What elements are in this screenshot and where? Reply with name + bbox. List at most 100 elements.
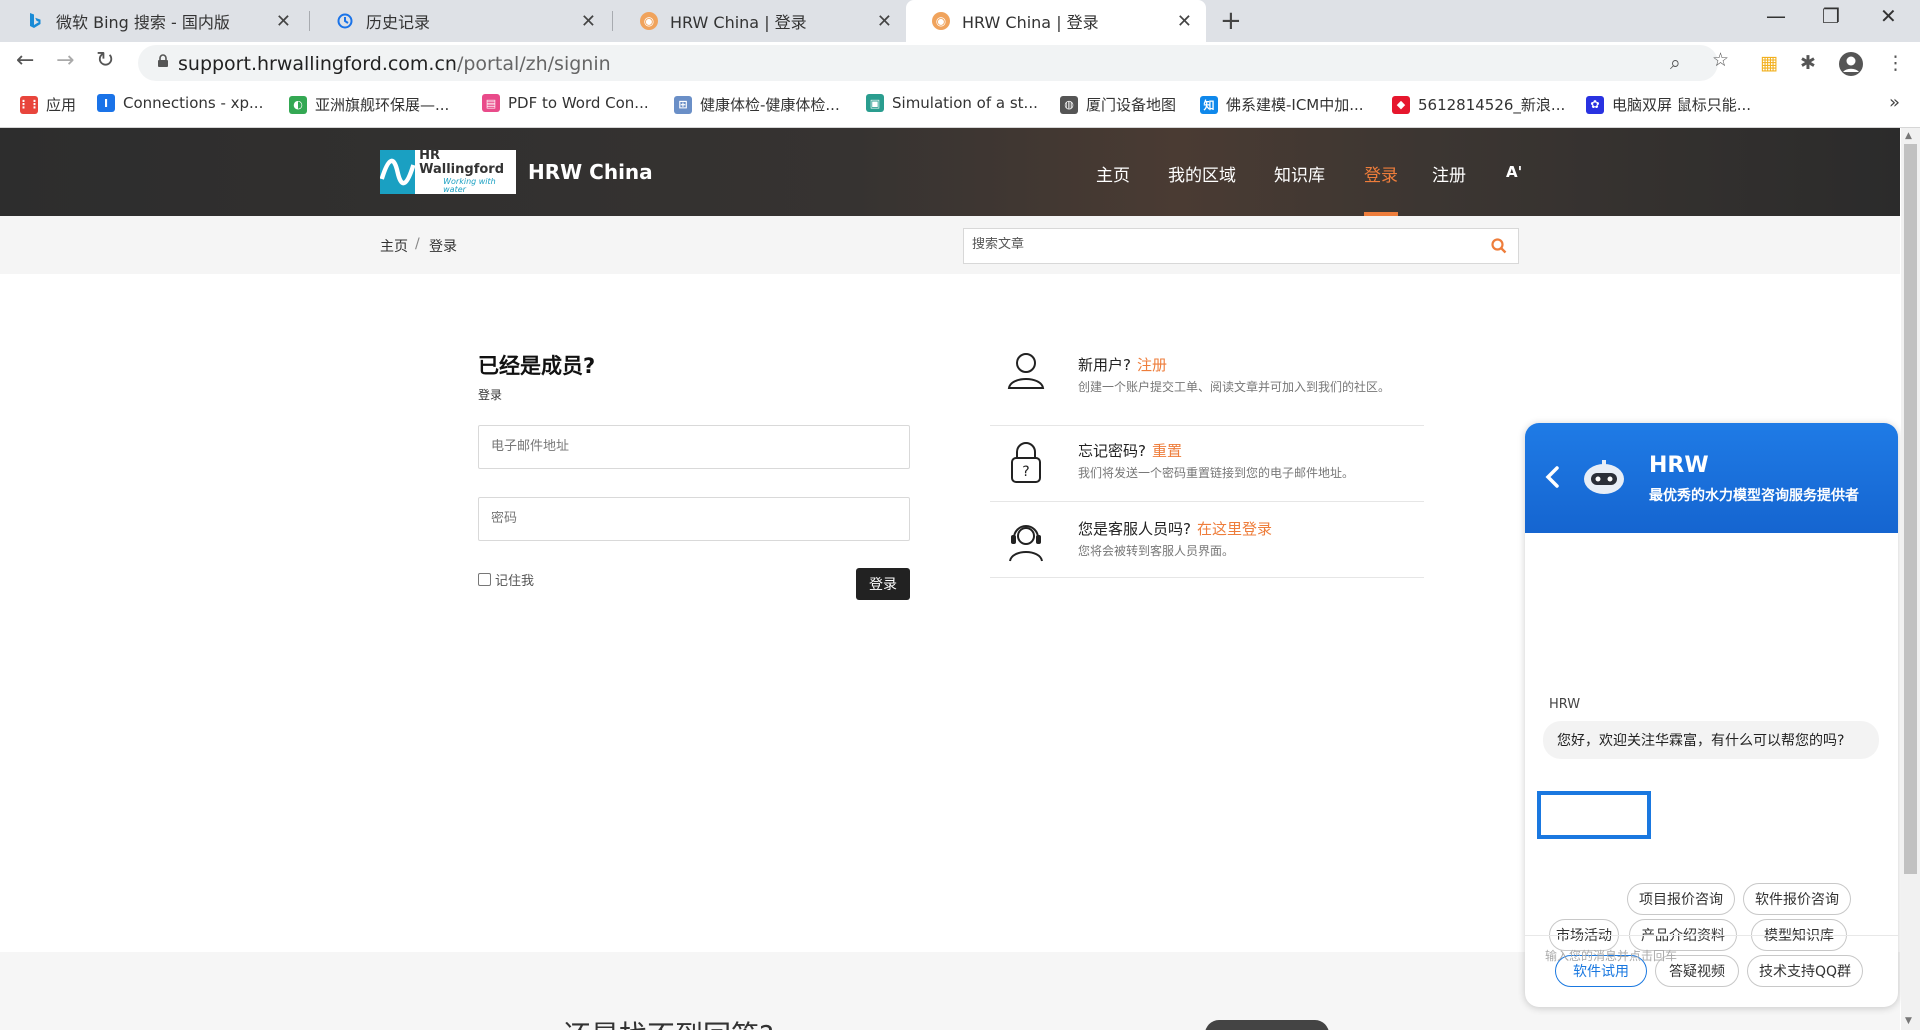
nav-knowledge-base[interactable]: 知识库 bbox=[1274, 161, 1325, 186]
option-title: 您是客服人员吗? 在这里登录 bbox=[1078, 518, 1272, 539]
chat-title: HRW bbox=[1649, 453, 1709, 478]
restore-icon[interactable]: ❐ bbox=[1822, 4, 1840, 28]
forward-arrow-icon[interactable]: → bbox=[56, 48, 74, 73]
search-icon[interactable] bbox=[1490, 237, 1508, 255]
reset-link[interactable]: 重置 bbox=[1152, 442, 1182, 460]
scrollbar-thumb[interactable] bbox=[1904, 144, 1917, 874]
bookmark-item[interactable]: ◐ 亚洲旗舰环保展—... bbox=[289, 94, 449, 115]
remember-me[interactable]: 记住我 bbox=[478, 570, 534, 589]
close-tab-icon[interactable]: ✕ bbox=[877, 11, 892, 32]
logo-wave-icon bbox=[380, 150, 416, 194]
scroll-down-arrow-icon[interactable]: ▼ bbox=[1905, 1016, 1912, 1026]
login-subheading: 登录 bbox=[478, 388, 503, 402]
bookmark-label: PDF to Word Con... bbox=[508, 94, 649, 112]
page-viewport: HR Wallingford Working with water HRW Ch… bbox=[0, 128, 1920, 1030]
health-icon: ⊞ bbox=[674, 95, 692, 114]
puzzle-extension-icon[interactable]: ✱ bbox=[1800, 52, 1816, 74]
nav-my-area[interactable]: 我的区域 bbox=[1168, 161, 1236, 186]
logo-brand: HR Wallingford bbox=[419, 147, 505, 178]
chat-message-input[interactable] bbox=[1545, 949, 1875, 963]
page-scrollbar[interactable]: ▲ ▼ bbox=[1901, 128, 1920, 1030]
bookmark-label: 5612814526_新浪... bbox=[1418, 96, 1566, 114]
extension-grid-icon[interactable]: ▦ bbox=[1760, 52, 1778, 74]
message-sender: HRW bbox=[1549, 697, 1581, 712]
bookmark-item[interactable]: ◆ 5612814526_新浪... bbox=[1392, 94, 1565, 115]
nav-home[interactable]: 主页 bbox=[1096, 161, 1130, 186]
agent-login-link[interactable]: 在这里登录 bbox=[1197, 520, 1272, 538]
tab-title: 微软 Bing 搜索 - 国内版 bbox=[56, 13, 230, 32]
option-title: 忘记密码? 重置 bbox=[1078, 440, 1182, 461]
bookmark-label: 电脑双屏 鼠标只能... bbox=[1612, 96, 1752, 114]
chat-header: HRW 最优秀的水力模型咨询服务提供者 bbox=[1525, 423, 1898, 533]
register-link[interactable]: 注册 bbox=[1137, 356, 1167, 374]
bookmark-item[interactable]: ⊞ 健康体检-健康体检... bbox=[674, 94, 840, 115]
quick-reply-chip[interactable]: 软件报价咨询 bbox=[1743, 883, 1851, 915]
reload-icon[interactable]: ↻ bbox=[96, 48, 114, 73]
weibo-icon: ◆ bbox=[1392, 95, 1410, 114]
tab-hrw-active[interactable]: ◉ HRW China | 登录 ✕ bbox=[906, 0, 1206, 42]
tab-history[interactable]: 历史记录 ✕ bbox=[310, 0, 610, 42]
bookmark-item[interactable]: I Connections - xp... bbox=[97, 94, 263, 112]
svg-text:?: ? bbox=[1022, 464, 1029, 480]
logo-text: HR Wallingford Working with water bbox=[419, 147, 516, 195]
quick-reply-chip[interactable]: 项目报价咨询 bbox=[1627, 883, 1735, 915]
star-bookmark-icon[interactable]: ☆ bbox=[1712, 49, 1729, 71]
option-desc: 您将会被转到客服人员界面。 bbox=[1078, 544, 1235, 558]
remember-me-checkbox[interactable] bbox=[478, 573, 491, 586]
back-arrow-icon[interactable]: ← bbox=[16, 48, 34, 73]
search-input[interactable] bbox=[972, 237, 1472, 252]
lock-question-icon: ? bbox=[1011, 442, 1041, 483]
chevron-left-icon[interactable] bbox=[1543, 465, 1563, 489]
email-field[interactable] bbox=[491, 439, 891, 454]
tab-title: HRW China | 登录 bbox=[670, 13, 807, 32]
robot-avatar-icon bbox=[1584, 460, 1624, 494]
baidu-paw-icon: ✿ bbox=[1586, 95, 1604, 114]
nav-register[interactable]: 注册 bbox=[1432, 161, 1466, 186]
option-title-text: 您是客服人员吗? bbox=[1078, 520, 1191, 538]
tab-bing[interactable]: 微软 Bing 搜索 - 国内版 ✕ bbox=[0, 0, 305, 42]
close-tab-icon[interactable]: ✕ bbox=[1177, 11, 1192, 32]
url-host: support.hrwallingford.com.cn bbox=[178, 53, 457, 75]
logo-tagline: Working with water bbox=[443, 176, 496, 195]
footer-button[interactable] bbox=[1205, 1020, 1329, 1030]
close-tab-icon[interactable]: ✕ bbox=[581, 11, 596, 32]
site-name[interactable]: HRW China bbox=[528, 160, 653, 184]
nav-login[interactable]: 登录 bbox=[1364, 161, 1398, 186]
scroll-up-arrow-icon[interactable]: ▲ bbox=[1905, 131, 1912, 141]
tab-title: HRW China | 登录 bbox=[962, 13, 1099, 32]
password-field-wrapper bbox=[478, 497, 910, 541]
minimize-icon[interactable]: — bbox=[1766, 4, 1786, 28]
url-field[interactable]: support.hrwallingford.com.cn/portal/zh/s… bbox=[138, 45, 1718, 81]
bookmark-item[interactable]: ⋮⋮ 应用 bbox=[18, 94, 76, 115]
new-tab-icon[interactable]: + bbox=[1220, 6, 1242, 36]
bookmark-label: 健康体检-健康体检... bbox=[700, 96, 840, 114]
user-icon bbox=[1007, 353, 1045, 389]
profile-avatar-icon[interactable] bbox=[1838, 51, 1864, 77]
tab-separator bbox=[612, 11, 613, 31]
bookmarks-overflow-icon[interactable]: » bbox=[1889, 92, 1900, 113]
breadcrumb-home[interactable]: 主页 bbox=[380, 236, 408, 256]
login-button[interactable]: 登录 bbox=[856, 568, 910, 600]
bookmark-item[interactable]: 知佛系建模-ICM中加... bbox=[1200, 94, 1364, 115]
chat-widget: HRW 最优秀的水力模型咨询服务提供者 HRW 您好，欢迎关注华霖富，有什么可以… bbox=[1525, 423, 1898, 1007]
history-icon bbox=[336, 12, 354, 30]
close-tab-icon[interactable]: ✕ bbox=[276, 11, 291, 32]
sim-icon: ▣ bbox=[866, 94, 884, 112]
close-window-icon[interactable]: ✕ bbox=[1880, 4, 1897, 28]
bookmark-item[interactable]: ◍ 厦门设备地图 bbox=[1060, 94, 1176, 115]
bookmark-item[interactable]: ✿ 电脑双屏 鼠标只能... bbox=[1586, 94, 1751, 115]
browser-tab-bar: 微软 Bing 搜索 - 国内版 ✕ 历史记录 ✕ ◉ HRW China | … bbox=[0, 0, 1920, 42]
font-size-toggle[interactable]: A' bbox=[1506, 163, 1522, 181]
tab-hrw-1[interactable]: ◉ HRW China | 登录 ✕ bbox=[614, 0, 906, 42]
bookmark-item[interactable]: ▣ Simulation of a st... bbox=[866, 94, 1038, 112]
breadcrumb-separator: / bbox=[415, 236, 420, 252]
breadcrumb-bar: 主页 / 登录 bbox=[0, 216, 1900, 274]
password-field[interactable] bbox=[491, 511, 891, 526]
kebab-menu-icon[interactable]: ⋮ bbox=[1886, 52, 1905, 74]
bookmark-item[interactable]: ▤ PDF to Word Con... bbox=[482, 94, 649, 112]
zoom-icon[interactable]: ⌕ bbox=[1670, 52, 1681, 74]
option-desc: 我们将发送一个密码重置链接到您的电子邮件地址。 bbox=[1078, 466, 1355, 480]
site-icon: ◉ bbox=[640, 12, 658, 30]
option-title: 新用户? 注册 bbox=[1078, 354, 1167, 375]
site-logo[interactable]: HR Wallingford Working with water bbox=[380, 147, 516, 195]
